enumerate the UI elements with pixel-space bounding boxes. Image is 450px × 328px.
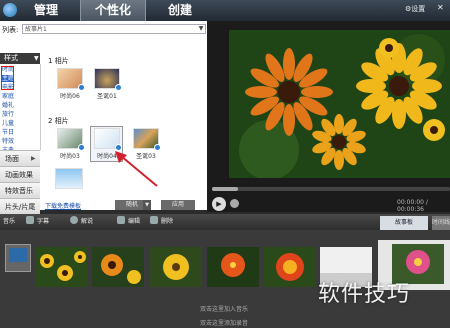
download-templates-link[interactable]: 下载免费模板 — [45, 201, 81, 210]
edit-label: 编辑 — [128, 218, 141, 225]
storyboard-frame[interactable] — [92, 247, 144, 287]
apply-button[interactable]: 应用 — [161, 200, 195, 210]
storyboard-frame[interactable] — [207, 247, 259, 287]
delete-button[interactable]: 删除 — [150, 214, 173, 230]
style-item[interactable]: 婚礼 — [2, 102, 14, 109]
template-label: 圣诞01 — [97, 93, 117, 100]
group-title: 2 相片 — [48, 117, 69, 125]
settings-label: 设置 — [411, 5, 426, 13]
style-item[interactable]: 旅行 — [2, 111, 14, 118]
music-track-hint[interactable]: 双击这里加入音乐 — [200, 304, 248, 313]
template-thumb-sky[interactable] — [55, 168, 83, 189]
chevron-right-icon: ▶ — [31, 155, 36, 162]
add-icon[interactable] — [115, 84, 122, 91]
preview-image — [229, 30, 450, 178]
subtitle-label: 字幕 — [37, 218, 50, 225]
side-button-titles[interactable]: 片头/片尾 — [0, 198, 40, 214]
storyboard-frame[interactable] — [35, 247, 87, 287]
stop-button[interactable] — [230, 199, 239, 208]
music-label: 音乐 — [3, 218, 16, 225]
storyboard-frame[interactable] — [264, 247, 316, 287]
subtitle-button[interactable]: 字幕 — [26, 214, 49, 230]
close-button[interactable]: ✕ — [437, 3, 444, 12]
template-label: 时尚06 — [60, 93, 80, 100]
tab-storyboard[interactable]: 故事板 — [380, 216, 428, 230]
narration-button[interactable]: 解说 — [70, 214, 93, 230]
music-button[interactable]: 音乐 — [3, 214, 15, 230]
annotation-arrow-icon — [115, 151, 158, 187]
tab-create[interactable]: 创建 — [152, 0, 208, 21]
settings-button[interactable]: ⚙设置 — [405, 4, 425, 14]
annotation-highlight-box — [1, 66, 14, 90]
delete-label: 删除 — [161, 218, 174, 225]
add-icon[interactable] — [78, 84, 85, 91]
subtitle-icon — [26, 216, 34, 224]
microphone-icon — [70, 216, 78, 224]
seek-bar[interactable] — [212, 187, 450, 191]
style-item[interactable]: 家庭 — [2, 93, 14, 100]
seek-bar-progress — [212, 187, 239, 191]
time-readout: 00:00:00 / 00:00:36 — [397, 199, 428, 213]
group-title: 1 相片 — [48, 57, 69, 65]
chevron-down-icon[interactable]: ▼ — [196, 24, 206, 34]
tab-personalize[interactable]: 个性化 — [80, 0, 146, 21]
template-label: 时尚03 — [60, 153, 80, 160]
narration-label: 解说 — [81, 218, 94, 225]
chevron-down-icon[interactable]: ▼ — [143, 200, 151, 210]
play-button[interactable]: ▶ — [212, 197, 226, 211]
style-item[interactable]: 节日 — [2, 129, 14, 136]
edit-button[interactable]: 编辑 — [117, 214, 140, 230]
add-icon[interactable] — [78, 144, 85, 151]
record-track-hint[interactable]: 双击这里添加录音 — [200, 318, 248, 327]
project-select[interactable]: 故事片1 — [22, 24, 206, 34]
app-logo-icon — [3, 3, 17, 17]
side-button-music[interactable]: 特效音乐 — [0, 182, 40, 198]
project-label: 列表: — [2, 26, 19, 34]
tab-manage[interactable]: 管理 — [20, 0, 72, 21]
pencil-icon — [117, 216, 125, 224]
trash-icon — [150, 216, 158, 224]
watermark-text: 软件技巧 — [318, 282, 411, 307]
side-button-animation[interactable]: 动画效果 — [0, 166, 40, 182]
chevron-down-icon[interactable]: ▼ — [34, 53, 39, 64]
storyboard-frame[interactable] — [150, 247, 202, 287]
style-item[interactable]: 特效 — [2, 138, 14, 145]
clip-thumbnail — [9, 248, 27, 262]
style-item[interactable]: 儿童 — [2, 120, 14, 127]
tab-timeline[interactable]: 时间线 — [432, 216, 450, 230]
